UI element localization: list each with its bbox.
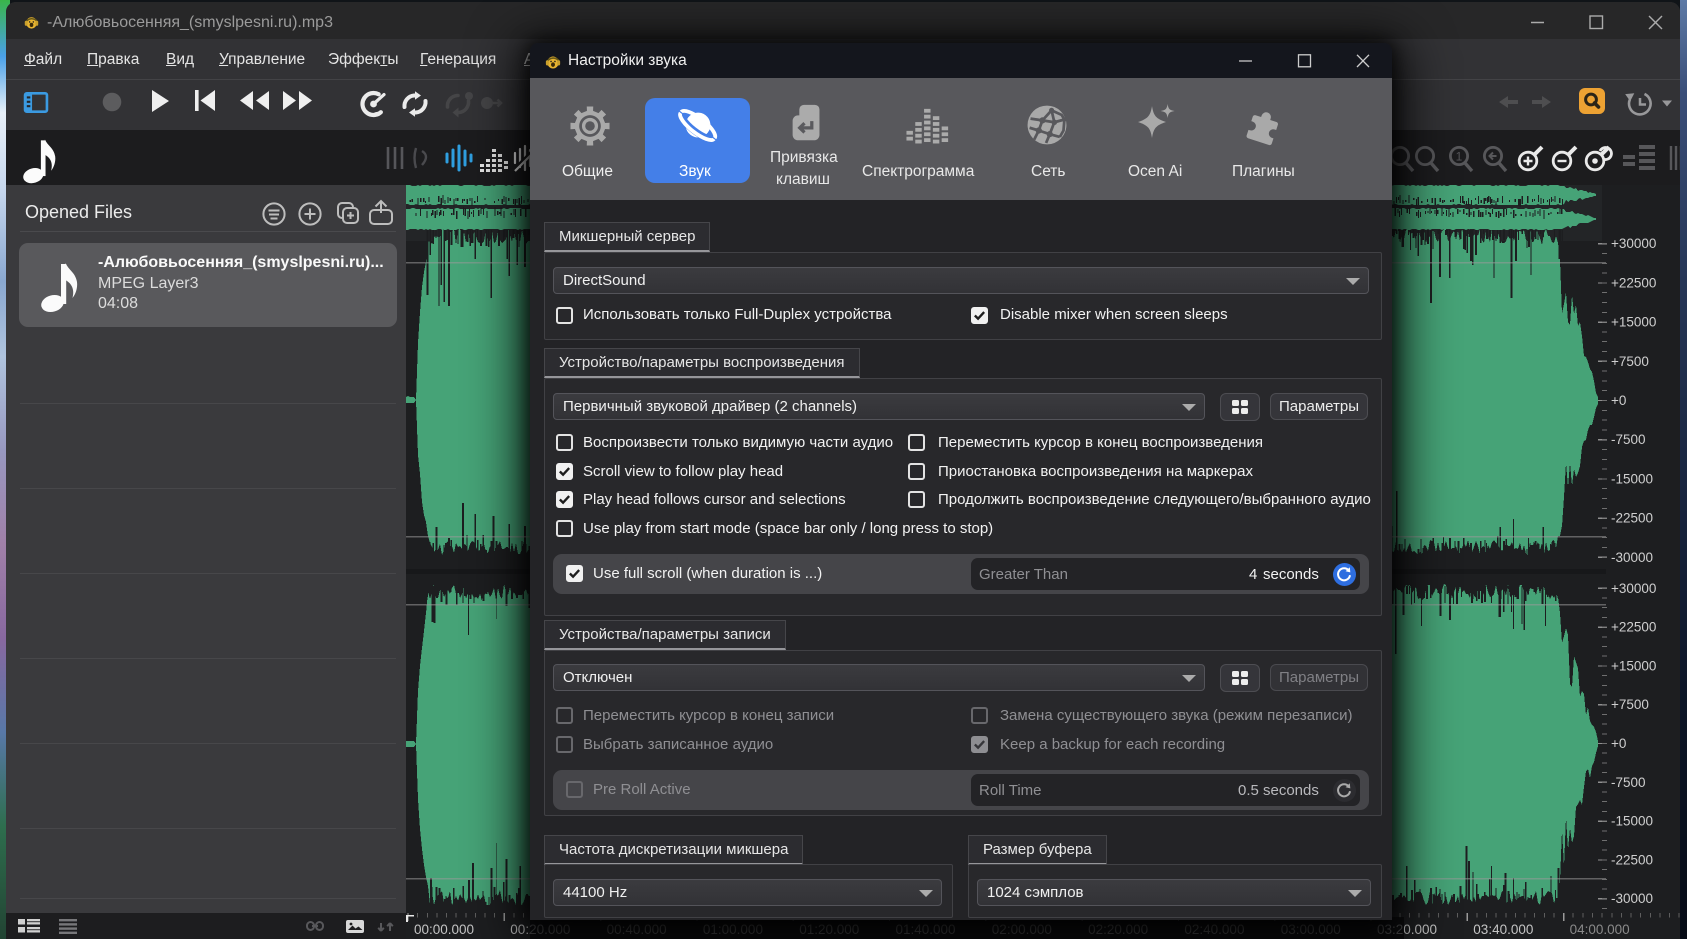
svg-text:04:00.000: 04:00.000	[1570, 922, 1630, 937]
svg-text:+0: +0	[1611, 393, 1626, 408]
svg-text:+30000: +30000	[1611, 581, 1656, 596]
svg-text:+7500: +7500	[1611, 354, 1649, 369]
svg-text:00:00.000: 00:00.000	[414, 922, 474, 937]
svg-text:-7500: -7500	[1611, 775, 1646, 790]
svg-text:+22500: +22500	[1611, 275, 1656, 290]
svg-text:-15000: -15000	[1611, 814, 1653, 829]
svg-text:-22500: -22500	[1611, 852, 1653, 867]
svg-text:+0: +0	[1611, 736, 1626, 751]
svg-text:-30000: -30000	[1611, 891, 1653, 906]
svg-text:-22500: -22500	[1611, 511, 1653, 526]
svg-text:-7500: -7500	[1611, 432, 1646, 447]
svg-text:+22500: +22500	[1611, 620, 1656, 635]
svg-text:+15000: +15000	[1611, 658, 1656, 673]
svg-text:+7500: +7500	[1611, 697, 1649, 712]
svg-text:-30000: -30000	[1611, 550, 1653, 565]
svg-text:+15000: +15000	[1611, 315, 1656, 330]
svg-text:-15000: -15000	[1611, 471, 1653, 486]
svg-text:+30000: +30000	[1611, 236, 1656, 251]
svg-text:03:40.000: 03:40.000	[1473, 922, 1533, 937]
